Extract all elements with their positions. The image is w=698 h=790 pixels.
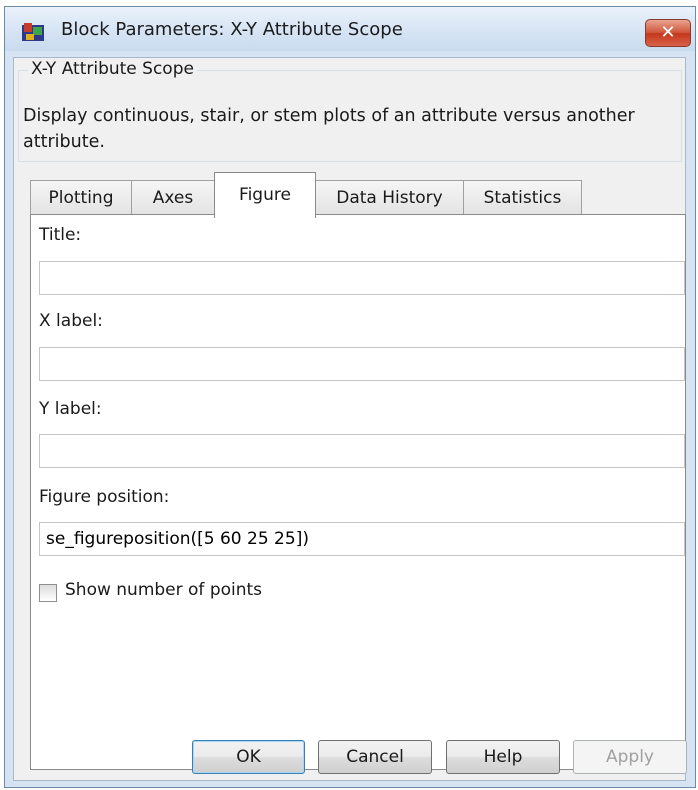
simulink-block-icon <box>22 23 44 41</box>
window-title: Block Parameters: X-Y Attribute Scope <box>61 19 403 40</box>
tab-bar: Plotting Axes Figure Data History Statis… <box>14 58 687 218</box>
tab-data-history[interactable]: Data History <box>315 180 464 216</box>
figure-position-field[interactable] <box>39 522 685 556</box>
title-bar[interactable]: Block Parameters: X-Y Attribute Scope ✕ <box>5 7 695 51</box>
tab-statistics[interactable]: Statistics <box>463 180 582 216</box>
x-label-label: X label: <box>39 311 103 331</box>
y-label-label: Y label: <box>39 399 102 419</box>
show-number-of-points-label[interactable]: Show number of points <box>65 580 262 600</box>
y-label-field[interactable] <box>39 434 685 468</box>
figure-tab-panel: Title: X label: Y label: Figure position… <box>30 214 686 770</box>
tab-axes[interactable]: Axes <box>131 180 215 216</box>
close-icon: ✕ <box>660 22 676 43</box>
apply-button[interactable]: Apply <box>573 740 687 774</box>
tab-plotting[interactable]: Plotting <box>30 180 132 216</box>
help-button[interactable]: Help <box>446 740 560 774</box>
cancel-button[interactable]: Cancel <box>318 740 432 774</box>
close-button[interactable]: ✕ <box>645 19 691 47</box>
tab-figure[interactable]: Figure <box>214 172 316 218</box>
dialog-window: Block Parameters: X-Y Attribute Scope ✕ … <box>4 6 696 788</box>
title-label: Title: <box>39 225 82 245</box>
ok-button[interactable]: OK <box>192 740 305 774</box>
x-label-field[interactable] <box>39 347 685 381</box>
figure-position-label: Figure position: <box>39 487 170 507</box>
dialog-client-area: X-Y Attribute Scope Display continuous, … <box>13 57 686 781</box>
title-field[interactable] <box>39 261 685 295</box>
show-number-of-points-checkbox[interactable] <box>39 584 57 602</box>
